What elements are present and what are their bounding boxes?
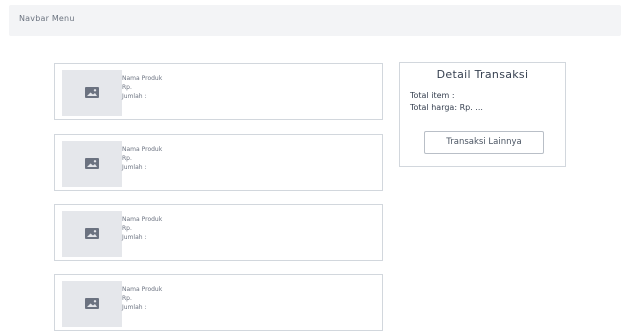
product-price: Rp. bbox=[122, 225, 132, 232]
product-price: Rp. bbox=[122, 155, 132, 162]
product-info: Nama Produk Rp. Jumlah : bbox=[122, 74, 162, 101]
other-transactions-button[interactable]: Transaksi Lainnya bbox=[424, 131, 544, 154]
product-thumbnail bbox=[62, 70, 122, 116]
product-quantity: Jumlah : bbox=[122, 304, 147, 311]
product-info: Nama Produk Rp. Jumlah : bbox=[122, 285, 162, 312]
product-price: Rp. bbox=[122, 84, 132, 91]
product-name: Nama Produk bbox=[122, 286, 163, 293]
product-info: Nama Produk Rp. Jumlah : bbox=[122, 145, 162, 172]
product-quantity: Jumlah : bbox=[122, 164, 147, 171]
product-name: Nama Produk bbox=[122, 146, 163, 153]
product-name: Nama Produk bbox=[122, 75, 163, 82]
product-info: Nama Produk Rp. Jumlah : bbox=[122, 215, 162, 242]
product-thumbnail bbox=[62, 281, 122, 327]
product-thumbnail bbox=[62, 141, 122, 187]
product-name: Nama Produk bbox=[122, 216, 163, 223]
product-quantity: Jumlah : bbox=[122, 93, 147, 100]
product-card[interactable]: Nama Produk Rp. Jumlah : bbox=[54, 63, 383, 120]
total-item-label: Total item : bbox=[410, 91, 455, 100]
image-icon bbox=[85, 298, 99, 309]
navbar-title: Navbar Menu bbox=[19, 14, 75, 23]
product-card[interactable]: Nama Produk Rp. Jumlah : bbox=[54, 204, 383, 261]
image-icon bbox=[85, 228, 99, 239]
image-icon bbox=[85, 87, 99, 98]
transaction-detail-title: Detail Transaksi bbox=[436, 68, 529, 81]
product-quantity: Jumlah : bbox=[122, 234, 147, 241]
total-price-label: Total harga: Rp. ... bbox=[410, 103, 483, 112]
navbar: Navbar Menu bbox=[9, 5, 621, 36]
product-card[interactable]: Nama Produk Rp. Jumlah : bbox=[54, 134, 383, 191]
transaction-detail-card: Detail Transaksi Total item : Total harg… bbox=[399, 62, 566, 167]
image-icon bbox=[85, 158, 99, 169]
product-card[interactable]: Nama Produk Rp. Jumlah : bbox=[54, 274, 383, 331]
product-thumbnail bbox=[62, 211, 122, 257]
product-price: Rp. bbox=[122, 295, 132, 302]
